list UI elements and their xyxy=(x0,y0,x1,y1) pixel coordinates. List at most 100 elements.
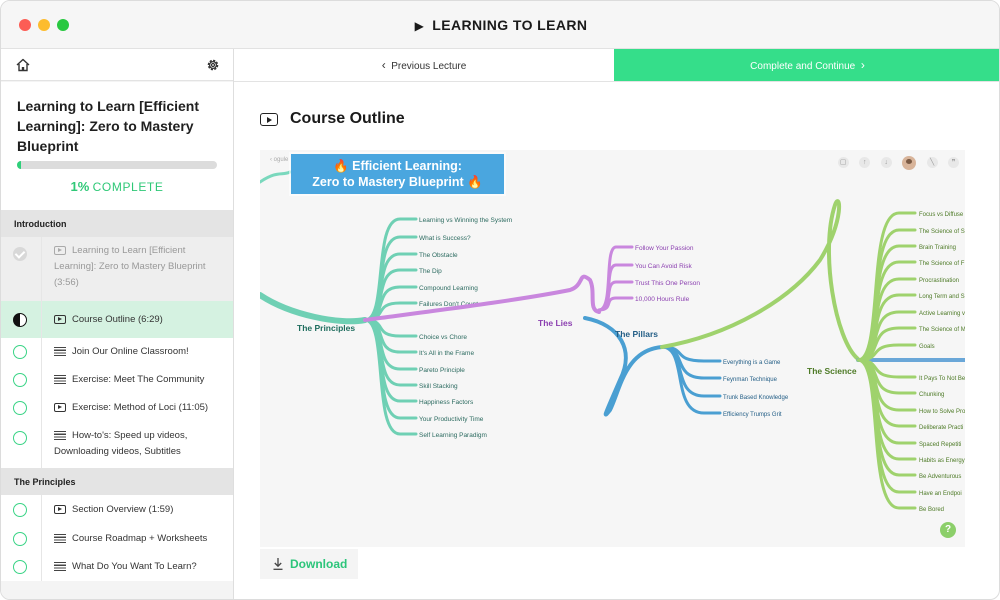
lecture-label: Exercise: Method of Loci (11:05) xyxy=(72,402,209,413)
status-circle-icon[interactable] xyxy=(13,532,27,546)
mindmap-leaf[interactable]: Deliberate Practi xyxy=(919,425,963,431)
comment-icon[interactable]: ❞ xyxy=(948,157,959,169)
mindmap-leaf[interactable]: It Pays To Not Be xyxy=(919,376,965,382)
lecture-title: Section Overview (1:59) xyxy=(54,502,224,518)
check-icon[interactable] xyxy=(13,247,27,261)
mindmap-leaf[interactable]: What is Success? xyxy=(419,235,471,242)
mindmap-leaf[interactable]: The Obstacle xyxy=(419,252,458,259)
mindmap-leaf[interactable]: Brain Training xyxy=(919,245,956,251)
mindmap-leaf[interactable]: The Dip xyxy=(419,268,442,275)
progress-fill xyxy=(17,161,21,169)
mindmap-leaf[interactable]: Everything is a Game xyxy=(723,360,781,366)
mindmap-leaf[interactable]: Procrastination xyxy=(919,278,959,284)
lecture-item[interactable]: Course Roadmap + Worksheets xyxy=(1,525,233,553)
section-header[interactable]: Introduction xyxy=(1,210,233,237)
mindmap-central-topic[interactable]: 🔥 Efficient Learning: Zero to Mastery Bl… xyxy=(291,154,504,194)
mindmap-branch-label[interactable]: The Principles xyxy=(297,323,355,333)
mindmap-leaf[interactable]: Habits as Energy xyxy=(919,458,965,464)
lecture-item[interactable]: What Do You Want To Learn? xyxy=(1,553,233,581)
lecture-item[interactable]: Course Outline (6:29) xyxy=(1,301,233,338)
mindmap-leaf[interactable]: Self Learning Paradigm xyxy=(419,432,487,439)
avatar[interactable] xyxy=(902,155,917,170)
mindmap-leaf[interactable]: Compound Learning xyxy=(419,285,478,292)
text-icon xyxy=(54,347,66,356)
lecture-label: Learning to Learn [Efficient Learning]: … xyxy=(54,245,206,288)
mindmap-leaf[interactable]: Trunk Based Knowledge xyxy=(723,395,789,401)
lecture-nav: ‹ Previous Lecture Complete and Continue… xyxy=(234,49,999,82)
mindmap-leaf[interactable]: The Science of F xyxy=(919,261,965,267)
mindmap-leaf[interactable]: Trust This One Person xyxy=(635,280,700,287)
mindmap-leaf[interactable]: The Science of M xyxy=(919,327,965,333)
lecture-label: Section Overview (1:59) xyxy=(72,504,174,515)
status-circle-icon[interactable] xyxy=(13,401,27,415)
progress-bar xyxy=(17,161,217,169)
status-circle-icon[interactable] xyxy=(13,373,27,387)
download-button[interactable]: Download xyxy=(260,549,358,579)
lecture-item[interactable]: Join Our Online Classroom! xyxy=(1,338,233,366)
mindmap-branch-science xyxy=(856,358,917,510)
mindmap-branch-label[interactable]: The Science xyxy=(807,366,857,376)
lecture-title: Course Outline (6:29) xyxy=(54,312,224,328)
gear-icon[interactable] xyxy=(205,57,221,73)
mindmap-leaf[interactable]: Goals xyxy=(919,344,935,350)
mindmap-leaf[interactable]: Active Learning v xyxy=(919,311,965,317)
edit-icon[interactable]: ╲ xyxy=(926,157,938,169)
play-icon: ▶ xyxy=(414,19,425,33)
mindmap-leaf[interactable]: You Can Avoid Risk xyxy=(635,263,692,270)
central-topic-line-1: 🔥 Efficient Learning: xyxy=(333,159,462,173)
status-circle-icon[interactable] xyxy=(13,345,27,359)
home-icon[interactable] xyxy=(15,57,31,73)
mindmap-branch-pillars xyxy=(660,345,722,415)
mindmap-leaf[interactable]: Pareto Principle xyxy=(419,367,465,374)
mindmap-leaf[interactable]: Skill Stacking xyxy=(419,383,458,390)
mindmap-leaf[interactable]: Follow Your Passion xyxy=(635,245,694,252)
video-icon xyxy=(54,315,66,324)
mindmap-leaf[interactable]: How to Solve Pro xyxy=(919,409,965,415)
mindmap-leaf[interactable]: Have an Endpoi xyxy=(919,491,962,497)
complete-and-continue-label: Complete and Continue xyxy=(750,61,856,72)
lecture-item[interactable]: Exercise: Method of Loci (11:05) xyxy=(1,394,233,422)
complete-and-continue-button[interactable]: Complete and Continue › xyxy=(614,49,999,81)
lecture-item[interactable]: Exercise: Meet The Community xyxy=(1,366,233,394)
mindmap-back-link[interactable]: ‹ ogule xyxy=(270,157,288,163)
title-bar: ▶ LEARNING TO LEARN xyxy=(1,1,999,49)
mindmap-canvas: The Principles Learning vs Winning the Sy… xyxy=(260,170,965,513)
mindmap-leaf[interactable]: Efficiency Trumps Grit xyxy=(723,412,782,418)
mindmap-leaf[interactable]: Feynman Technique xyxy=(723,377,778,383)
mindmap-leaf[interactable]: Spaced Repetiti xyxy=(919,442,961,448)
download-label: Download xyxy=(290,557,348,571)
mindmap-branch-pillars xyxy=(660,345,722,398)
upload-icon[interactable]: ↑ xyxy=(859,157,871,169)
fullscreen-icon[interactable]: ▢ xyxy=(837,157,849,169)
lecture-item[interactable]: How-to's: Speed up videos, Downloading v… xyxy=(1,422,233,468)
previous-lecture-button[interactable]: ‹ Previous Lecture xyxy=(234,49,614,81)
download-icon[interactable]: ↓ xyxy=(880,157,892,169)
mindmap-leaf[interactable]: Be Bored xyxy=(919,507,944,513)
mindmap-leaf[interactable]: Your Productivity Time xyxy=(419,416,484,423)
mindmap-branch-label[interactable]: The Lies xyxy=(538,318,573,328)
mindmap-leaf[interactable]: Happiness Factors xyxy=(419,399,474,406)
status-circle-icon[interactable] xyxy=(13,503,27,517)
mindmap-branch-label[interactable]: The Pillars xyxy=(615,329,658,339)
half-circle-icon[interactable] xyxy=(13,313,27,327)
mindmap-leaf[interactable]: Be Adventurous xyxy=(919,474,961,480)
mindmap-leaf[interactable]: The Science of S xyxy=(919,229,965,235)
status-circle-icon[interactable] xyxy=(13,431,27,445)
mindmap-leaf[interactable]: Learning vs Winning the System xyxy=(419,217,512,224)
progress-label: COMPLETE xyxy=(92,180,164,194)
mindmap-viewer[interactable]: The Principles Learning vs Winning the Sy… xyxy=(260,150,965,547)
mindmap-leaf[interactable]: Chunking xyxy=(919,392,944,398)
mindmap-leaf[interactable]: Focus vs Diffuse xyxy=(919,212,964,218)
mindmap-leaf[interactable]: 10,000 Hours Rule xyxy=(635,296,690,303)
mindmap-leaf[interactable]: Choice vs Chore xyxy=(419,334,467,341)
help-button[interactable]: ? xyxy=(940,522,956,538)
lecture-item[interactable]: Section Overview (1:59) xyxy=(1,495,233,525)
mindmap-leaf[interactable]: Long Term and S xyxy=(919,294,965,300)
mindmap-leaf[interactable]: It's All in the Frame xyxy=(419,350,474,357)
lecture-divider xyxy=(41,525,42,553)
status-circle-icon[interactable] xyxy=(13,560,27,574)
lecture-label: Course Outline (6:29) xyxy=(72,314,163,325)
lecture-item[interactable]: Learning to Learn [Efficient Learning]: … xyxy=(1,237,233,301)
mindmap-connector xyxy=(260,170,292,184)
section-header[interactable]: The Principles xyxy=(1,468,233,495)
